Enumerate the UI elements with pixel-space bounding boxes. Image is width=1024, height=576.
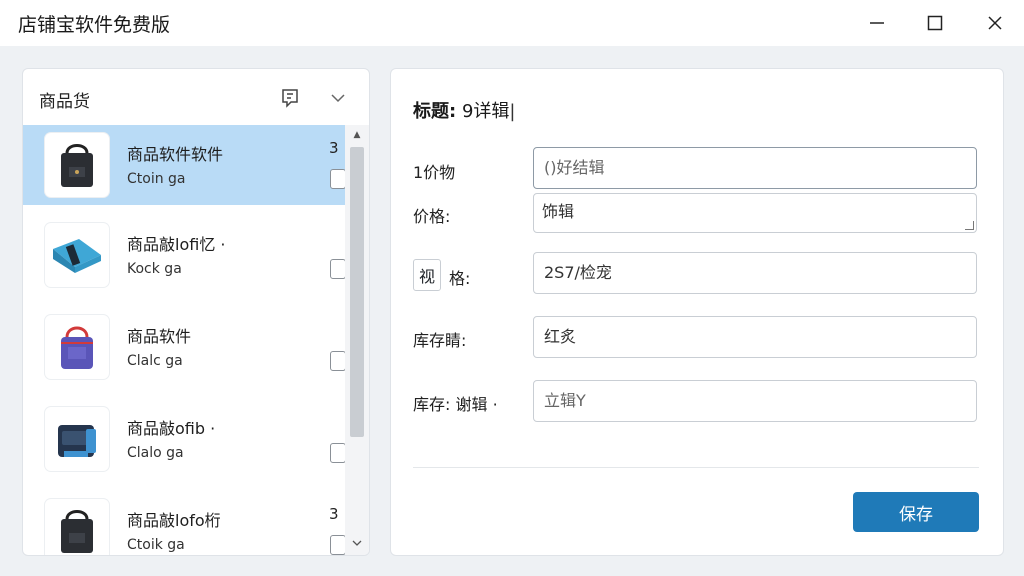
- product-thumbnail: [45, 315, 109, 379]
- name-input[interactable]: ()好结辑: [533, 147, 977, 189]
- product-list: 商品软件软件 Ctoin ga 3 商品敲lofi忆 · Kock ga 商品软…: [23, 125, 345, 555]
- maximize-icon: [927, 15, 943, 31]
- minimize-icon: [870, 22, 884, 24]
- scroll-thumb[interactable]: [350, 147, 364, 437]
- stock-detail-input[interactable]: 立辑Y: [533, 380, 977, 422]
- item-subtitle: Clalc ga: [127, 353, 183, 369]
- item-checkbox[interactable]: [330, 443, 345, 463]
- product-detail-panel: 标题: 9详辑| 1价物 ()好结辑 价格: 饰辑 视 格: 2S7/检宠 库存…: [390, 68, 1004, 556]
- list-item[interactable]: 商品软件软件 Ctoin ga 3: [23, 125, 345, 205]
- input-value: 立辑Y: [544, 391, 586, 410]
- field-label: 库存睛:: [413, 331, 467, 350]
- item-name: 商品软件: [127, 327, 192, 346]
- item-name: 商品敲ofib ·: [127, 419, 216, 438]
- item-checkbox[interactable]: [330, 169, 345, 189]
- product-list-header: 商品货: [23, 69, 369, 125]
- bag-icon: [61, 326, 93, 369]
- bag-icon: [53, 239, 101, 273]
- field-label: 价格:: [413, 207, 451, 226]
- title-label: 标题:: [413, 101, 457, 122]
- note-icon[interactable]: [279, 87, 301, 109]
- product-thumbnail: [45, 407, 109, 471]
- item-checkbox[interactable]: [330, 351, 345, 371]
- item-subtitle: Clalo ga: [127, 445, 184, 461]
- chevron-down-icon[interactable]: [327, 87, 349, 109]
- product-list-title: 商品货: [39, 92, 90, 112]
- close-button[interactable]: [966, 0, 1024, 46]
- save-button[interactable]: 保存: [853, 492, 979, 532]
- field-label: 库存: 谢辑 ·: [413, 395, 498, 414]
- scroll-up-icon[interactable]: ▲: [345, 127, 369, 143]
- maximize-button[interactable]: [906, 0, 964, 46]
- divider: [413, 467, 979, 468]
- input-value: 饰辑: [542, 202, 575, 221]
- product-thumbnail: [45, 223, 109, 287]
- stock-input[interactable]: 红炙: [533, 316, 977, 358]
- item-name: 商品敲lofi忆 ·: [127, 235, 226, 254]
- resize-grip-icon[interactable]: [965, 221, 974, 230]
- list-scrollbar[interactable]: ▲: [345, 125, 369, 555]
- minimize-button[interactable]: [848, 0, 906, 46]
- spec-input[interactable]: 2S7/检宠: [533, 252, 977, 294]
- field-label: 格:: [449, 269, 471, 288]
- input-value: ()好结辑: [544, 158, 605, 177]
- item-name: 商品软件软件: [127, 145, 224, 164]
- close-icon: [988, 16, 1002, 30]
- bag-icon: [61, 144, 93, 187]
- item-subtitle: Kock ga: [127, 261, 182, 277]
- input-value: 2S7/检宠: [544, 263, 612, 282]
- product-list-panel: 商品货 商品软件软件 Ctoin ga 3 商品敲lofi忆 · Kock ga…: [22, 68, 370, 556]
- list-item[interactable]: 商品敲lofo桁 Ctoik ga 3: [23, 491, 345, 555]
- item-subtitle: Ctoik ga: [127, 537, 185, 553]
- list-item[interactable]: 商品敲ofib · Clalo ga: [23, 399, 345, 479]
- list-item[interactable]: 商品软件 Clalc ga: [23, 307, 345, 387]
- price-textarea[interactable]: 饰辑: [533, 193, 977, 233]
- item-name: 商品敲lofo桁: [127, 511, 221, 530]
- bag-icon: [58, 425, 96, 457]
- title-bar: 店铺宝软件免费版: [0, 0, 1024, 46]
- product-thumbnail: [45, 133, 109, 197]
- scroll-down-icon[interactable]: [345, 535, 369, 551]
- input-value: 红炙: [544, 327, 577, 346]
- product-thumbnail: [45, 499, 109, 555]
- detail-title: 标题: 9详辑|: [413, 101, 516, 122]
- list-item[interactable]: 商品敲lofi忆 · Kock ga: [23, 215, 345, 295]
- title-value: 9详辑: [461, 101, 510, 122]
- item-quantity: 3: [329, 505, 339, 523]
- item-quantity: 3: [329, 139, 339, 157]
- spec-prefix-box[interactable]: 视: [413, 259, 441, 291]
- item-checkbox[interactable]: [330, 259, 345, 279]
- item-subtitle: Ctoin ga: [127, 171, 186, 187]
- window-title: 店铺宝软件免费版: [18, 14, 171, 36]
- item-checkbox[interactable]: [330, 535, 345, 555]
- field-label: 1价物: [413, 163, 456, 182]
- bag-icon: [61, 510, 93, 553]
